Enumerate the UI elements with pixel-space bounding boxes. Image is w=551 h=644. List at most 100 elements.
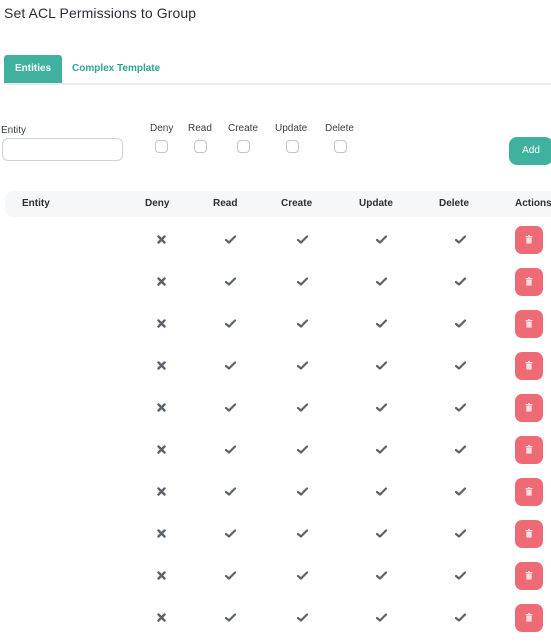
column-header-create: Create — [281, 198, 313, 209]
trash-icon — [525, 567, 533, 585]
read-label: Read — [188, 123, 212, 134]
delete-cell-check-icon — [450, 224, 470, 254]
column-header-delete: Delete — [439, 198, 470, 209]
delete-label: Delete — [325, 123, 354, 134]
table-row — [0, 434, 551, 476]
read-cell-check-icon — [220, 602, 240, 632]
create-cell-check-icon — [292, 224, 312, 254]
create-cell-check-icon — [292, 560, 312, 590]
read-checkbox[interactable] — [194, 140, 207, 153]
column-header-entity: Entity — [22, 198, 50, 209]
create-label: Create — [228, 123, 259, 134]
create-cell-check-icon — [292, 266, 312, 296]
read-cell-check-icon — [220, 308, 240, 338]
delete-row-button[interactable] — [515, 562, 543, 590]
update-cell-check-icon — [371, 560, 391, 590]
delete-cell-check-icon — [450, 560, 470, 590]
trash-icon — [525, 231, 533, 249]
column-header-update: Update — [359, 198, 393, 209]
delete-cell-check-icon — [450, 434, 470, 464]
add-button[interactable]: Add — [509, 137, 551, 165]
update-cell-check-icon — [371, 434, 391, 464]
tab-complex-template[interactable]: Complex Template — [61, 55, 171, 83]
update-label: Update — [275, 123, 308, 134]
update-cell-check-icon — [371, 392, 391, 422]
table-row — [0, 266, 551, 308]
column-header-read: Read — [213, 198, 238, 209]
tab-entities[interactable]: Entities — [4, 55, 63, 83]
trash-icon — [525, 273, 533, 291]
delete-cell-check-icon — [450, 350, 470, 380]
delete-cell-check-icon — [450, 266, 470, 296]
trash-icon — [525, 483, 533, 501]
create-checkbox[interactable] — [237, 140, 250, 153]
read-cell-check-icon — [220, 350, 240, 380]
delete-cell-check-icon — [450, 476, 470, 506]
delete-cell-check-icon — [450, 308, 470, 338]
delete-row-button[interactable] — [515, 394, 543, 422]
deny-cell-x-icon — [151, 266, 171, 296]
deny-cell-x-icon — [151, 602, 171, 632]
create-cell-check-icon — [292, 350, 312, 380]
read-cell-check-icon — [220, 476, 240, 506]
read-cell-check-icon — [220, 518, 240, 548]
trash-icon — [525, 525, 533, 543]
trash-icon — [525, 441, 533, 459]
update-cell-check-icon — [371, 602, 391, 632]
delete-row-button[interactable] — [515, 310, 543, 338]
update-cell-check-icon — [371, 266, 391, 296]
delete-row-button[interactable] — [515, 604, 543, 632]
update-cell-check-icon — [371, 476, 391, 506]
delete-cell-check-icon — [450, 602, 470, 632]
read-cell-check-icon — [220, 266, 240, 296]
read-cell-check-icon — [220, 392, 240, 422]
page-title: Set ACL Permissions to Group — [4, 5, 197, 21]
delete-row-button[interactable] — [515, 436, 543, 464]
trash-icon — [525, 315, 533, 333]
deny-cell-x-icon — [151, 224, 171, 254]
delete-row-button[interactable] — [515, 520, 543, 548]
delete-cell-check-icon — [450, 518, 470, 548]
update-cell-check-icon — [371, 308, 391, 338]
deny-cell-x-icon — [151, 308, 171, 338]
tab-bar: Entities Complex Template — [4, 55, 551, 85]
entity-input[interactable] — [2, 138, 123, 161]
table-row — [0, 602, 551, 644]
table-row — [0, 518, 551, 560]
create-cell-check-icon — [292, 434, 312, 464]
deny-cell-x-icon — [151, 476, 171, 506]
delete-row-button[interactable] — [515, 226, 543, 254]
delete-row-button[interactable] — [515, 352, 543, 380]
delete-row-button[interactable] — [515, 478, 543, 506]
deny-cell-x-icon — [151, 560, 171, 590]
deny-label: Deny — [150, 123, 174, 134]
deny-cell-x-icon — [151, 518, 171, 548]
deny-cell-x-icon — [151, 434, 171, 464]
update-checkbox[interactable] — [286, 140, 299, 153]
deny-cell-x-icon — [151, 392, 171, 422]
trash-icon — [525, 609, 533, 627]
column-header-actions: Actions — [515, 198, 551, 209]
table-row — [0, 308, 551, 350]
deny-checkbox[interactable] — [155, 140, 168, 153]
create-cell-check-icon — [292, 602, 312, 632]
update-cell-check-icon — [371, 518, 391, 548]
table-row — [0, 392, 551, 434]
table-row — [0, 224, 551, 266]
trash-icon — [525, 357, 533, 375]
trash-icon — [525, 399, 533, 417]
read-cell-check-icon — [220, 560, 240, 590]
entity-field-label: Entity — [1, 125, 27, 136]
delete-checkbox[interactable] — [334, 140, 347, 153]
deny-cell-x-icon — [151, 350, 171, 380]
create-cell-check-icon — [292, 392, 312, 422]
update-cell-check-icon — [371, 350, 391, 380]
read-cell-check-icon — [220, 224, 240, 254]
create-cell-check-icon — [292, 308, 312, 338]
read-cell-check-icon — [220, 434, 240, 464]
delete-row-button[interactable] — [515, 268, 543, 296]
create-cell-check-icon — [292, 476, 312, 506]
table-row — [0, 350, 551, 392]
table-row — [0, 476, 551, 518]
update-cell-check-icon — [371, 224, 391, 254]
